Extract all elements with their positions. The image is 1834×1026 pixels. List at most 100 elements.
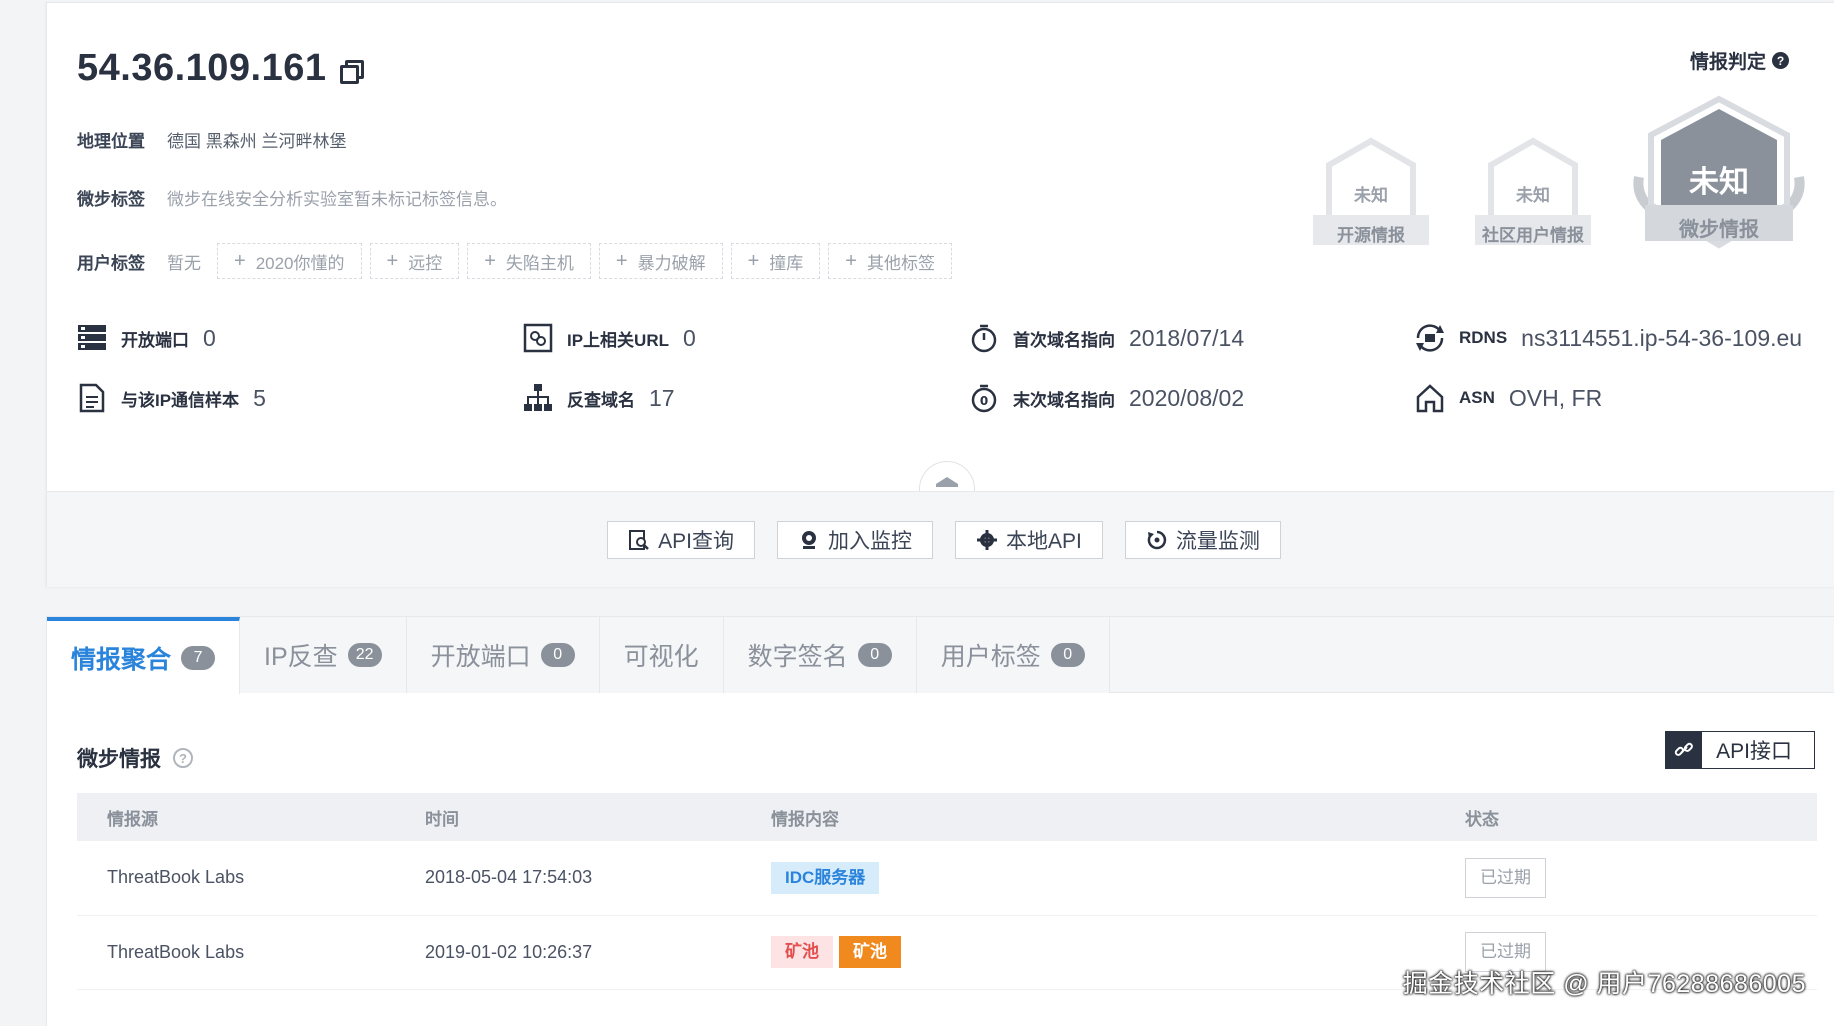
- tag-label: 撞库: [769, 253, 804, 273]
- stat-value: 0: [203, 324, 216, 351]
- link-icon: [521, 321, 555, 355]
- tab-label: 情报聚合: [71, 645, 172, 674]
- copy-icon[interactable]: [339, 58, 364, 84]
- help-icon[interactable]: ?: [1772, 52, 1789, 69]
- search-doc-icon: [628, 529, 650, 551]
- add-tag-button[interactable]: + 其他标签: [828, 243, 952, 279]
- refresh-icon: [1146, 529, 1168, 551]
- button-label: 加入监控: [828, 529, 912, 553]
- wb-tag-label: 微步标签: [77, 190, 145, 209]
- intel-source: ThreatBook Labs: [77, 841, 425, 916]
- tab-open-ports[interactable]: 开放端口 0: [406, 617, 600, 693]
- api-query-button[interactable]: API查询: [607, 520, 755, 559]
- geo-value: 德国 黑森州 兰河畔林堡: [167, 132, 347, 151]
- badge-status: 未知: [1354, 186, 1388, 205]
- community-intel-badge[interactable]: 未知 社区用户情报: [1471, 137, 1595, 257]
- section-title-text: 微步情报: [77, 748, 161, 771]
- timer-icon: [967, 321, 1001, 355]
- stat-value: ns3114551.ip-54-36-109.eu: [1521, 324, 1803, 351]
- plus-icon: +: [615, 249, 628, 272]
- traffic-monitor-button[interactable]: 流量监测: [1124, 520, 1281, 559]
- stat-value: OVH, FR: [1508, 384, 1603, 411]
- stat-asn: ASN OVH, FR: [1413, 381, 1602, 415]
- wb-tag-row: 微步标签 微步在线安全分析实验室暂未标记标签信息。: [77, 185, 507, 210]
- column-header: 时间: [425, 793, 771, 841]
- stat-label: 与该IP通信样本: [121, 390, 240, 410]
- stat-open-ports[interactable]: 开放端口 0: [75, 321, 216, 355]
- add-monitor-button[interactable]: 加入监控: [777, 520, 933, 559]
- table-row: ThreatBook Labs 2018-05-04 17:54:03 IDC服…: [77, 841, 1817, 916]
- badge-label: 开源情报: [1337, 226, 1405, 245]
- add-tag-button[interactable]: +2020你懂的: [217, 243, 362, 279]
- intel-tag[interactable]: IDC服务器: [771, 861, 880, 894]
- intel-tag[interactable]: 矿池: [839, 936, 901, 968]
- button-label: 本地API: [1006, 529, 1082, 553]
- tab-intel-aggregate[interactable]: 情报聚合 7: [47, 617, 241, 694]
- svg-text:0: 0: [980, 394, 988, 408]
- intel-tag[interactable]: 矿池: [771, 936, 833, 968]
- server-icon: [75, 321, 109, 355]
- status-badge[interactable]: 已过期: [1465, 857, 1546, 898]
- tab-user-tags[interactable]: 用户标签 0: [916, 617, 1110, 693]
- tab-ip-reverse[interactable]: IP反查 22: [240, 617, 407, 693]
- plus-icon: +: [484, 249, 496, 272]
- stat-last-domain: 0 末次域名指向 2020/08/02: [967, 381, 1244, 415]
- intel-source: ThreatBook Labs: [77, 915, 425, 990]
- stat-value: 2018/07/14: [1129, 324, 1245, 351]
- user-tag-label: 用户标签: [77, 253, 145, 273]
- stat-value: 17: [649, 384, 675, 411]
- stat-ip-urls[interactable]: IP上相关URL 0: [521, 321, 696, 355]
- threatbook-intel-badge[interactable]: 未知 微步情报: [1627, 95, 1811, 265]
- stat-label: 开放端口: [121, 330, 189, 350]
- home-icon: [1413, 381, 1447, 415]
- add-tag-button[interactable]: + 失陷主机: [467, 243, 591, 279]
- stat-comm-samples[interactable]: 与该IP通信样本 5: [75, 381, 266, 415]
- plus-icon: +: [845, 249, 857, 272]
- stat-value: 2020/08/02: [1129, 384, 1245, 411]
- tab-count: 0: [540, 643, 575, 667]
- stat-reverse-domains[interactable]: 反查域名 17: [521, 381, 675, 415]
- add-tag-button[interactable]: + 撞库: [730, 243, 821, 279]
- stat-value: 5: [253, 384, 266, 411]
- api-interface-button[interactable]: API接口: [1665, 731, 1815, 769]
- geo-row: 地理位置 德国 黑森州 兰河畔林堡: [77, 127, 346, 152]
- tag-label: 失陷主机: [505, 253, 574, 273]
- tab-count: 7: [181, 645, 216, 670]
- badge-label: 微步情报: [1679, 219, 1759, 241]
- stat-label: 末次域名指向: [1013, 390, 1115, 410]
- badge-label: 社区用户情报: [1482, 226, 1584, 245]
- tab-count: 22: [347, 643, 382, 667]
- tab-visualization[interactable]: 可视化: [599, 617, 724, 693]
- collapse-toggle[interactable]: [919, 461, 975, 491]
- tab-digital-signature[interactable]: 数字签名 0: [723, 617, 917, 693]
- intel-time: 2019-01-02 10:26:37: [425, 915, 771, 990]
- user-tag-row: 用户标签 暂无 +2020你懂的 + 远控 + 失陷主机 + 暴力破解 + 撞库 + 其他…: [77, 243, 952, 279]
- add-tag-button[interactable]: + 暴力破解: [598, 243, 723, 279]
- tag-label: 远控: [408, 253, 443, 273]
- tab-label: 可视化: [623, 643, 699, 671]
- chevron-up-icon: [936, 477, 958, 487]
- stat-first-domain: 首次域名指向 2018/07/14: [967, 321, 1244, 355]
- tab-bar: 情报聚合 7 IP反查 22 开放端口 0 可视化 数字签名 0 用户标签 0: [47, 617, 1834, 694]
- document-icon: [75, 381, 109, 415]
- open-source-intel-badge[interactable]: 未知 开源情报: [1309, 137, 1433, 257]
- local-api-button[interactable]: 本地API: [955, 520, 1103, 559]
- column-header: 状态: [1465, 793, 1817, 841]
- intel-table: 情报源 时间 情报内容 状态 ThreatBook Labs 2018-05-0…: [77, 793, 1817, 990]
- help-icon[interactable]: ?: [173, 748, 193, 768]
- column-header: 情报源: [77, 793, 425, 841]
- stat-label: ASN: [1459, 388, 1495, 407]
- tag-label: 其他标签: [866, 253, 935, 273]
- button-label: API接口: [1716, 740, 1792, 763]
- add-tag-button[interactable]: + 远控: [369, 243, 460, 279]
- tag-label: 暴力破解: [637, 253, 706, 273]
- ip-overview-card: 54.36.109.161 地理位置 德国 黑森州 兰河畔林堡 微步标签 微步在…: [46, 2, 1834, 587]
- action-bar: API查询 加入监控 本地API 流量监测: [47, 491, 1834, 587]
- badge-status: 未知: [1516, 186, 1550, 205]
- stat-label: RDNS: [1459, 328, 1508, 347]
- tag-label: 2020你懂的: [255, 253, 345, 273]
- stat-value: 0: [683, 324, 696, 351]
- rdns-icon: [1413, 321, 1447, 355]
- column-header: 情报内容: [771, 793, 1465, 841]
- ip-address: 54.36.109.161: [77, 47, 327, 89]
